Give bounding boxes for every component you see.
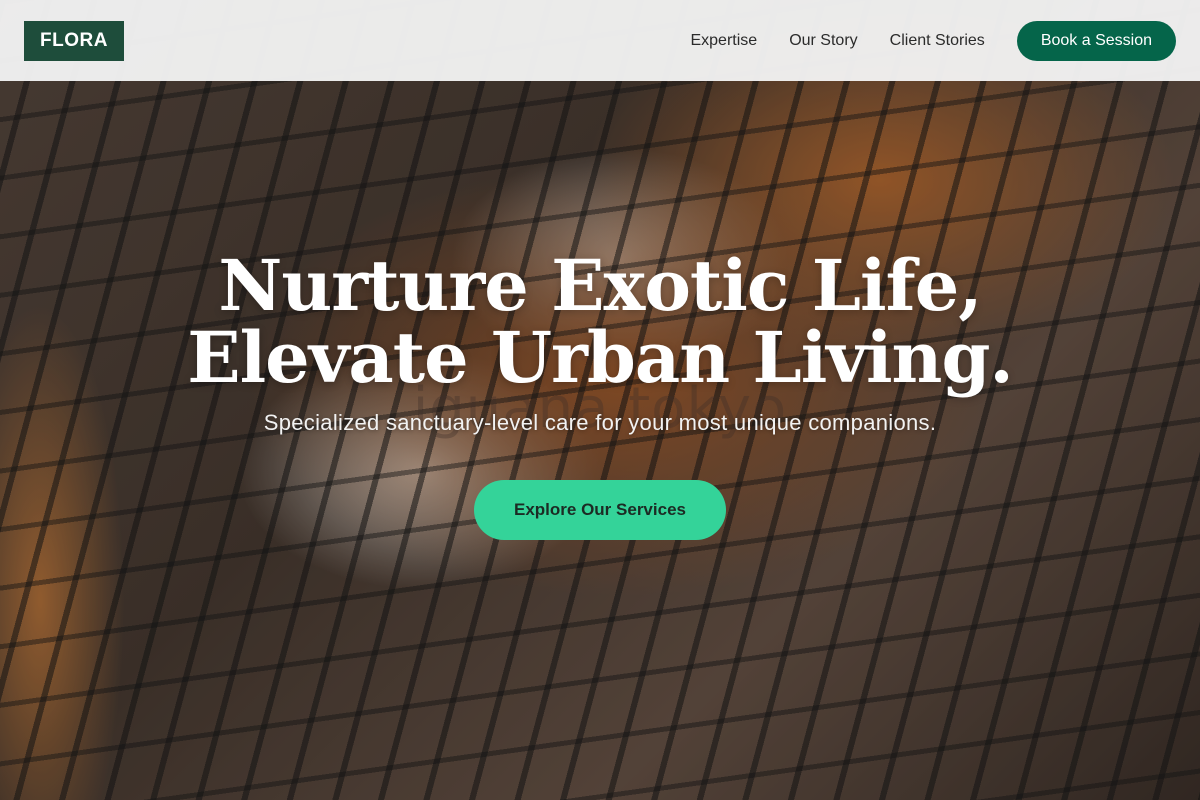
hero-section: Nurture Exotic Life, Elevate Urban Livin… — [0, 250, 1200, 540]
book-session-button[interactable]: Book a Session — [1016, 20, 1176, 61]
main-nav: Expertise Our Story Client Stories Book … — [690, 20, 1176, 61]
page: iguana tokyo FLORA Expertise Our Story C… — [0, 0, 1200, 800]
hero-title-line-2: Elevate Urban Living. — [187, 316, 1014, 399]
hero-title: Nurture Exotic Life, Elevate Urban Livin… — [0, 250, 1200, 394]
explore-services-button[interactable]: Explore Our Services — [474, 480, 726, 540]
nav-link-expertise[interactable]: Expertise — [690, 32, 757, 50]
logo[interactable]: FLORA — [24, 20, 124, 61]
hero-subtitle: Specialized sanctuary-level care for you… — [263, 410, 937, 435]
nav-link-our-story[interactable]: Our Story — [789, 32, 857, 50]
site-header: FLORA Expertise Our Story Client Stories… — [0, 0, 1200, 81]
hero-title-line-1: Nurture Exotic Life, — [218, 244, 982, 327]
nav-link-client-stories[interactable]: Client Stories — [890, 32, 985, 50]
